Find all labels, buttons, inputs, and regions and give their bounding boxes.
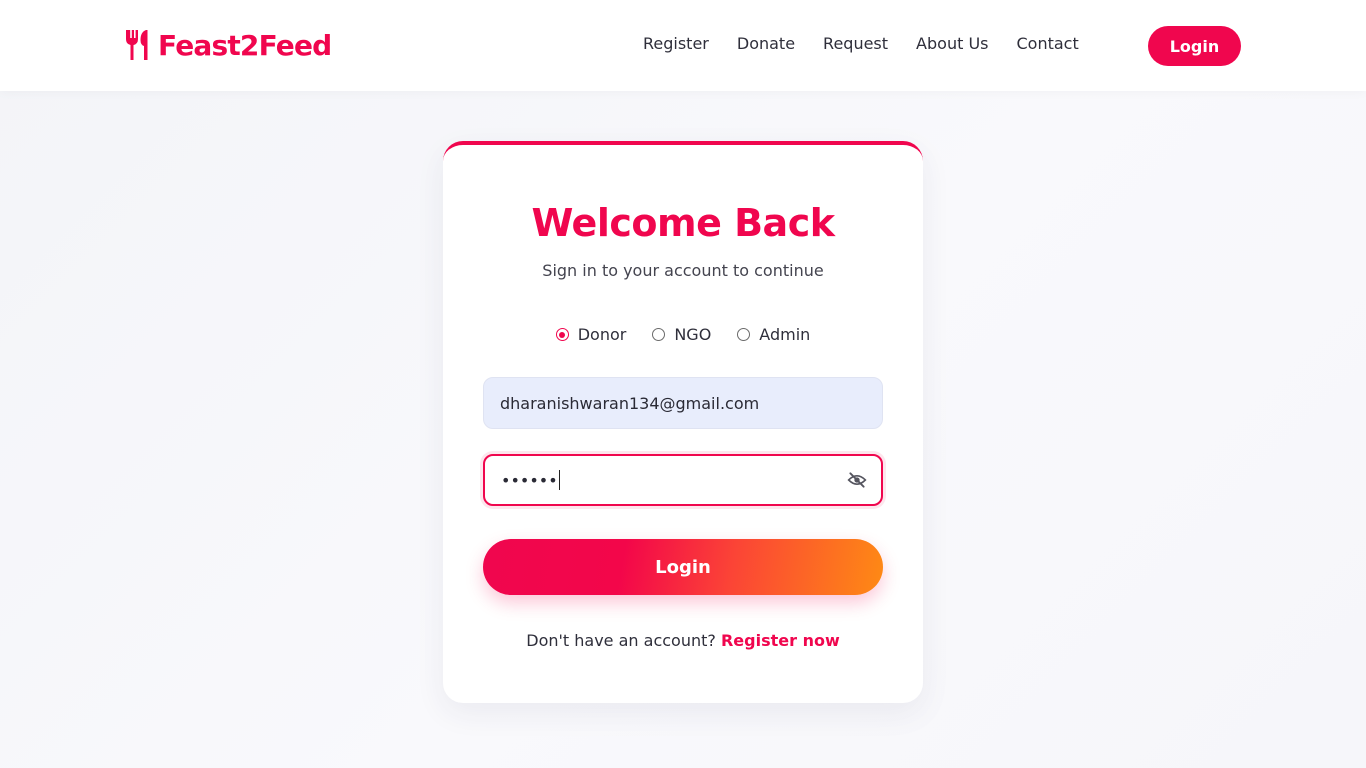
email-value: dharanishwaran134@gmail.com (500, 393, 760, 413)
role-option-ngo[interactable]: NGO (652, 325, 711, 344)
eye-off-icon[interactable] (847, 471, 867, 489)
admin-radio[interactable] (737, 328, 751, 341)
page-title: Welcome Back (531, 201, 836, 245)
brand-name: Feast2Feed (158, 28, 332, 62)
ngo-radio[interactable] (652, 328, 666, 341)
nav-link-contact[interactable]: Contact (1016, 34, 1078, 53)
role-label-donor: Donor (577, 325, 627, 344)
nav-links: Register Donate Request About Us Contact (643, 34, 1079, 53)
brand-logo[interactable]: Feast2Feed (124, 27, 332, 63)
password-value: •••••• (501, 470, 558, 490)
register-now-link[interactable]: Register now (721, 631, 840, 650)
nav-link-donate[interactable]: Donate (737, 34, 795, 53)
text-caret (558, 470, 560, 490)
login-card: Welcome Back Sign in to your account to … (443, 141, 923, 703)
role-option-admin[interactable]: Admin (737, 325, 810, 344)
register-prompt: Don't have an account? Register now (443, 631, 923, 650)
fork-spoon-icon (126, 30, 148, 60)
nav-link-about-us[interactable]: About Us (916, 34, 988, 53)
nav-link-request[interactable]: Request (823, 34, 888, 53)
nav-link-register[interactable]: Register (643, 34, 709, 53)
nav-login-button[interactable]: Login (1148, 26, 1241, 66)
email-field[interactable]: dharanishwaran134@gmail.com (483, 377, 883, 429)
page-subtitle: Sign in to your account to continue (542, 261, 824, 280)
role-selector: Donor NGO Admin (443, 325, 923, 344)
role-label-admin: Admin (759, 325, 811, 344)
navbar: Feast2Feed Register Donate Request About… (0, 0, 1366, 91)
donor-radio[interactable] (555, 328, 569, 341)
register-prompt-text: Don't have an account? (526, 631, 716, 650)
password-field[interactable]: •••••• (483, 454, 883, 506)
role-label-ngo: NGO (674, 325, 712, 344)
role-option-donor[interactable]: Donor (555, 325, 627, 344)
login-button[interactable]: Login (483, 539, 883, 595)
